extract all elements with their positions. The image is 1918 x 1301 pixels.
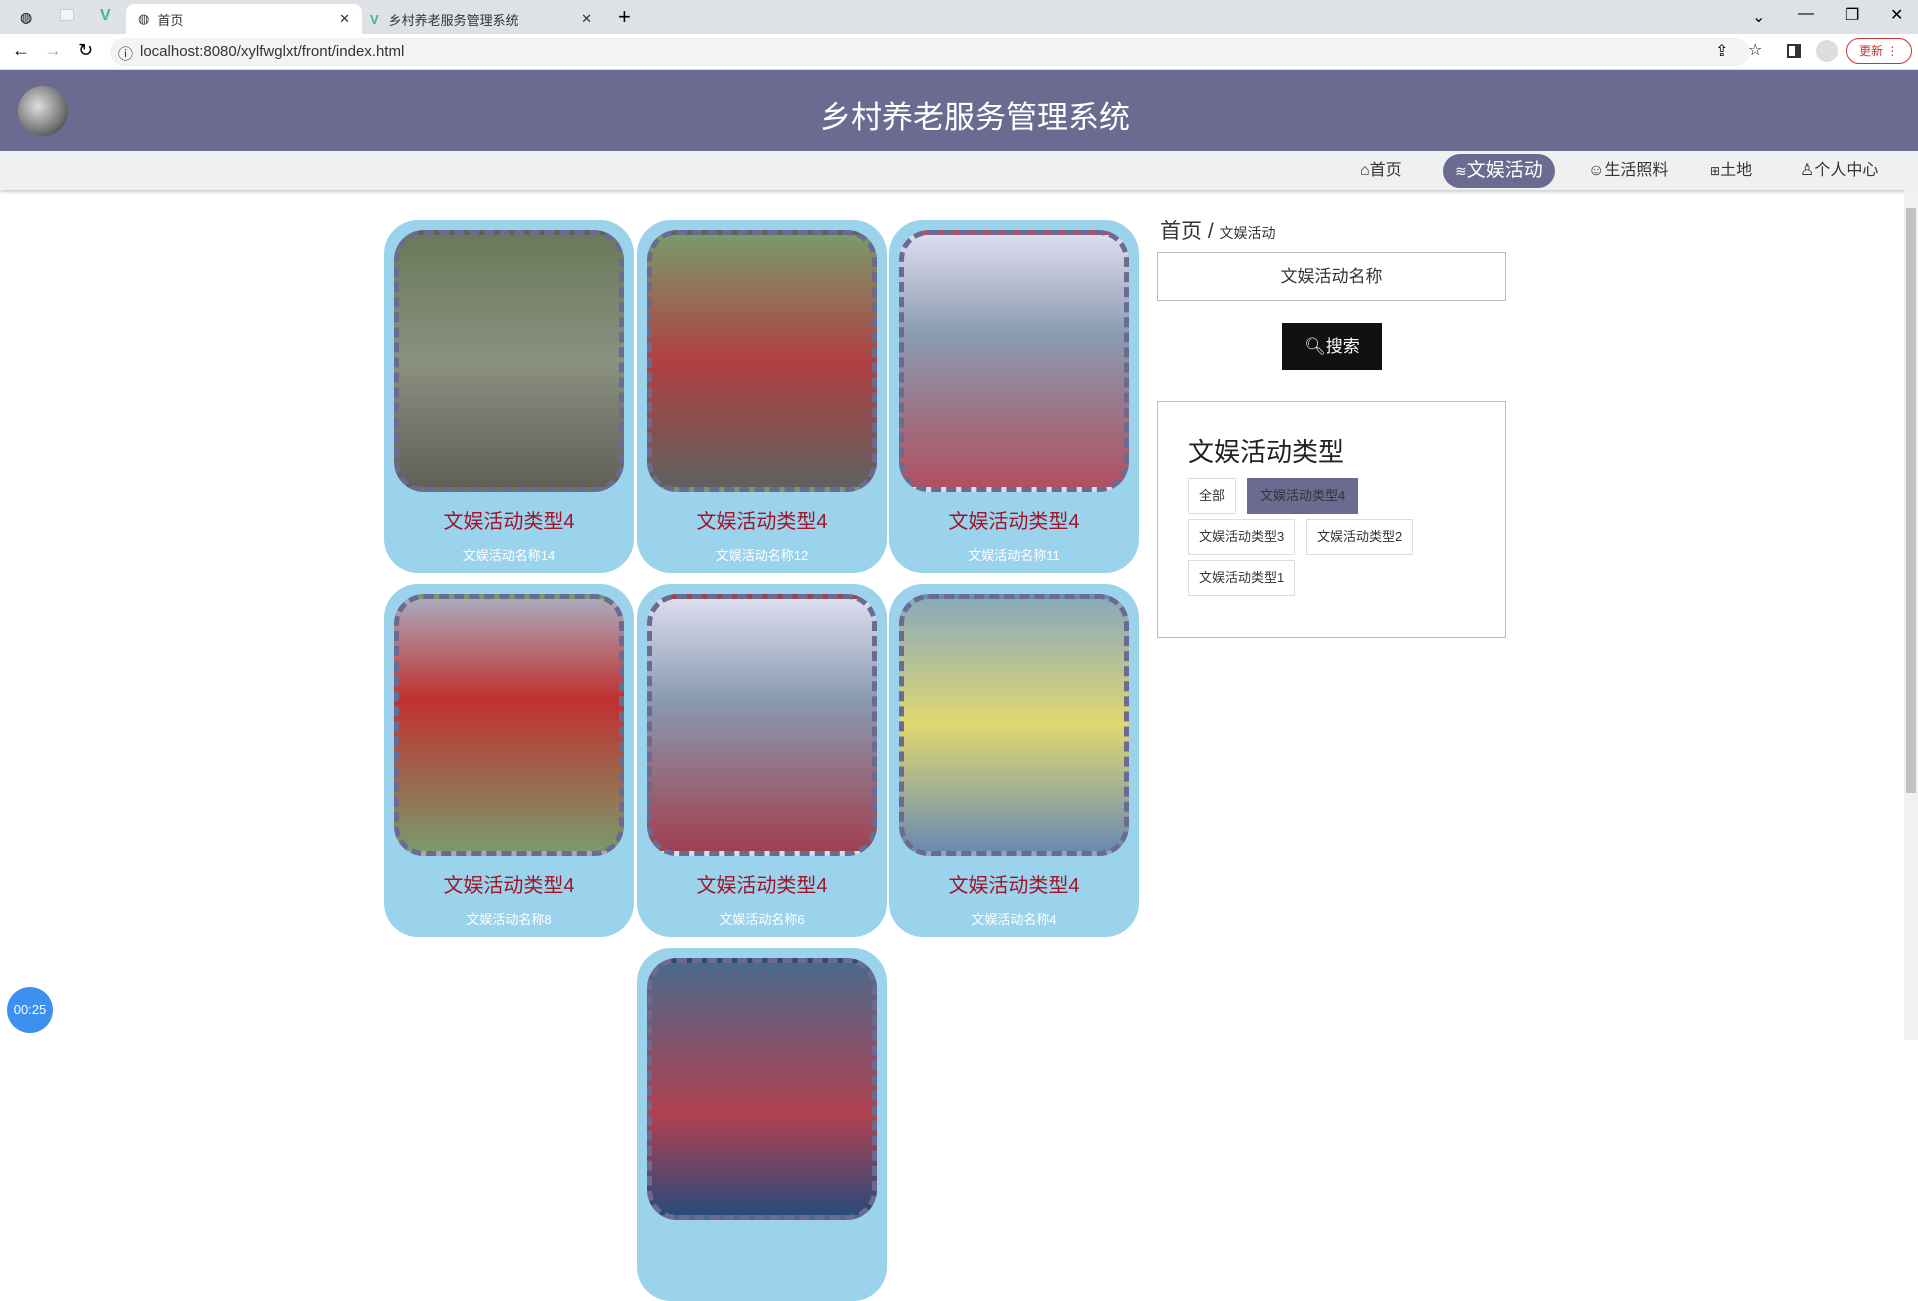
url-input[interactable]: ⓘ localhost:8080/xylfwglxt/front/index.ht… bbox=[110, 38, 1750, 66]
info-icon: ⓘ bbox=[118, 46, 134, 63]
activity-image bbox=[647, 594, 877, 856]
scrollbar-thumb[interactable] bbox=[1906, 208, 1916, 793]
new-tab-button[interactable]: + bbox=[618, 4, 631, 30]
timer-badge: 00:25 bbox=[7, 987, 53, 1033]
activity-type: 文娱活动类型4 bbox=[948, 875, 1080, 897]
nav-personal-center[interactable]: ♙个人中心 bbox=[1790, 154, 1888, 188]
layers-icon: ≋ bbox=[1455, 163, 1467, 179]
close-icon[interactable]: ✕ bbox=[581, 11, 592, 27]
update-button[interactable]: 更新 ⋮ bbox=[1846, 38, 1912, 64]
search-button-label: 搜索 bbox=[1325, 337, 1360, 356]
type-2[interactable]: 文娱活动类型2 bbox=[1306, 519, 1414, 555]
update-label: 更新 bbox=[1859, 44, 1884, 58]
nav-label: 文娱活动 bbox=[1466, 160, 1543, 181]
activity-card[interactable]: 文娱活动类型4 文娱活动名称4 bbox=[889, 584, 1139, 937]
search-button[interactable]: 🔍︎搜索 bbox=[1282, 323, 1382, 370]
type-4[interactable]: 文娱活动类型4 bbox=[1247, 478, 1359, 514]
activity-card-partial[interactable] bbox=[637, 948, 887, 1301]
tab-title: 乡村养老服务管理系统 bbox=[388, 12, 519, 28]
back-icon[interactable]: ← bbox=[12, 40, 30, 61]
activity-name: 文娱活动名称4 bbox=[971, 912, 1057, 927]
nav-label: 生活照料 bbox=[1604, 162, 1669, 179]
address-bar: ← → ↻ ⓘ localhost:8080/xylfwglxt/front/in… bbox=[0, 34, 1918, 70]
gift-icon: ⊞ bbox=[1710, 164, 1721, 178]
activity-card[interactable]: 文娱活动类型4 文娱活动名称14 bbox=[384, 220, 634, 573]
tab-search-icon[interactable]: ⌄ bbox=[1752, 7, 1765, 27]
activity-name: 文娱活动名称14 bbox=[462, 548, 556, 563]
tab-home[interactable]: ◍ 首页 ✕ bbox=[126, 4, 362, 34]
globe-icon[interactable]: ◍ bbox=[20, 9, 32, 26]
breadcrumb: 首页 / 文娱活动 bbox=[1160, 215, 1276, 245]
activity-name: 文娱活动名称11 bbox=[968, 548, 1060, 563]
type-3[interactable]: 文娱活动类型3 bbox=[1188, 519, 1296, 555]
site-header: 乡村养老服务管理系统 bbox=[0, 70, 1918, 151]
nav-home[interactable]: ⌂首页 bbox=[1350, 154, 1412, 188]
nav-entertainment[interactable]: ≋文娱活动 bbox=[1443, 154, 1555, 188]
globe-icon: ◍ bbox=[138, 11, 150, 26]
forward-icon[interactable]: → bbox=[44, 40, 62, 61]
page-scrollbar[interactable] bbox=[1904, 190, 1918, 1040]
user-icon: ♙ bbox=[1800, 162, 1815, 179]
activity-type: 文娱活动类型4 bbox=[696, 875, 828, 897]
close-window-button[interactable]: ✕ bbox=[1890, 5, 1903, 25]
activity-card[interactable]: 文娱活动类型4 文娱活动名称6 bbox=[637, 584, 887, 937]
vue-icon: V bbox=[370, 11, 379, 27]
palette-icon: ☺ bbox=[1588, 162, 1605, 179]
activity-type: 文娱活动类型4 bbox=[696, 511, 828, 533]
nav-land[interactable]: ⊞土地 bbox=[1700, 154, 1762, 188]
type-1[interactable]: 文娱活动类型1 bbox=[1188, 560, 1296, 596]
activity-name: 文娱活动名称6 bbox=[719, 912, 805, 927]
nav-life-care[interactable]: ☺生活照料 bbox=[1578, 154, 1678, 188]
profile-icon[interactable] bbox=[1816, 40, 1838, 62]
breadcrumb-current: 文娱活动 bbox=[1219, 225, 1276, 241]
activity-card[interactable]: 文娱活动类型4 文娱活动名称8 bbox=[384, 584, 634, 937]
nav-label: 首页 bbox=[1369, 162, 1402, 179]
tab-title: 首页 bbox=[157, 12, 184, 28]
close-icon[interactable]: ✕ bbox=[339, 11, 350, 27]
vue-icon[interactable]: V bbox=[100, 7, 111, 25]
activity-name-search-input[interactable]: 文娱活动名称 bbox=[1157, 252, 1506, 301]
activity-card[interactable]: 文娱活动类型4 文娱活动名称12 bbox=[637, 220, 887, 573]
activity-name: 文娱活动名称8 bbox=[466, 912, 552, 927]
minimize-button[interactable]: — bbox=[1798, 5, 1814, 23]
activity-name: 文娱活动名称12 bbox=[715, 548, 809, 563]
breadcrumb-home[interactable]: 首页 bbox=[1160, 220, 1202, 243]
sidepanel-icon[interactable] bbox=[1787, 44, 1801, 58]
activity-image bbox=[394, 594, 624, 856]
nav-label: 个人中心 bbox=[1814, 162, 1879, 179]
activity-image bbox=[394, 230, 624, 492]
activity-image bbox=[899, 594, 1129, 856]
browser-tab-bar: ◍ V ◍ 首页 ✕ V 乡村养老服务管理系统 ✕ + ⌄ — ❐ ✕ bbox=[0, 0, 1918, 34]
restore-button[interactable]: ❐ bbox=[1845, 5, 1859, 25]
tab-icon[interactable] bbox=[60, 9, 74, 21]
breadcrumb-separator: / bbox=[1207, 220, 1214, 243]
main-nav: ⌂首页 ≋文娱活动 ☺生活照料 ⊞土地 ♙个人中心 bbox=[0, 151, 1918, 190]
share-icon[interactable]: ⇪ bbox=[1715, 41, 1728, 61]
filter-title: 文娱活动类型 bbox=[1188, 437, 1345, 467]
site-title: 乡村养老服务管理系统 bbox=[820, 100, 1130, 135]
type-all[interactable]: 全部 bbox=[1188, 478, 1237, 514]
activity-type: 文娱活动类型4 bbox=[443, 875, 575, 897]
search-icon: 🔍︎ bbox=[1304, 337, 1326, 356]
activity-type: 文娱活动类型4 bbox=[948, 511, 1080, 533]
activity-image bbox=[899, 230, 1129, 492]
activity-type: 文娱活动类型4 bbox=[443, 511, 575, 533]
activity-image bbox=[647, 230, 877, 492]
activity-card[interactable]: 文娱活动类型4 文娱活动名称11 bbox=[889, 220, 1139, 573]
tab-system[interactable]: V 乡村养老服务管理系统 ✕ bbox=[370, 4, 600, 34]
star-icon[interactable]: ☆ bbox=[1748, 40, 1762, 60]
activity-type-filter: 文娱活动类型 全部 文娱活动类型4 文娱活动类型3 文娱活动类型2 文娱活动类型… bbox=[1157, 401, 1506, 638]
activity-image bbox=[647, 958, 877, 1220]
reload-icon[interactable]: ↻ bbox=[78, 40, 93, 61]
home-icon: ⌂ bbox=[1360, 162, 1370, 179]
url-text: localhost:8080/xylfwglxt/front/index.htm… bbox=[140, 43, 405, 60]
nav-label: 土地 bbox=[1720, 162, 1753, 179]
